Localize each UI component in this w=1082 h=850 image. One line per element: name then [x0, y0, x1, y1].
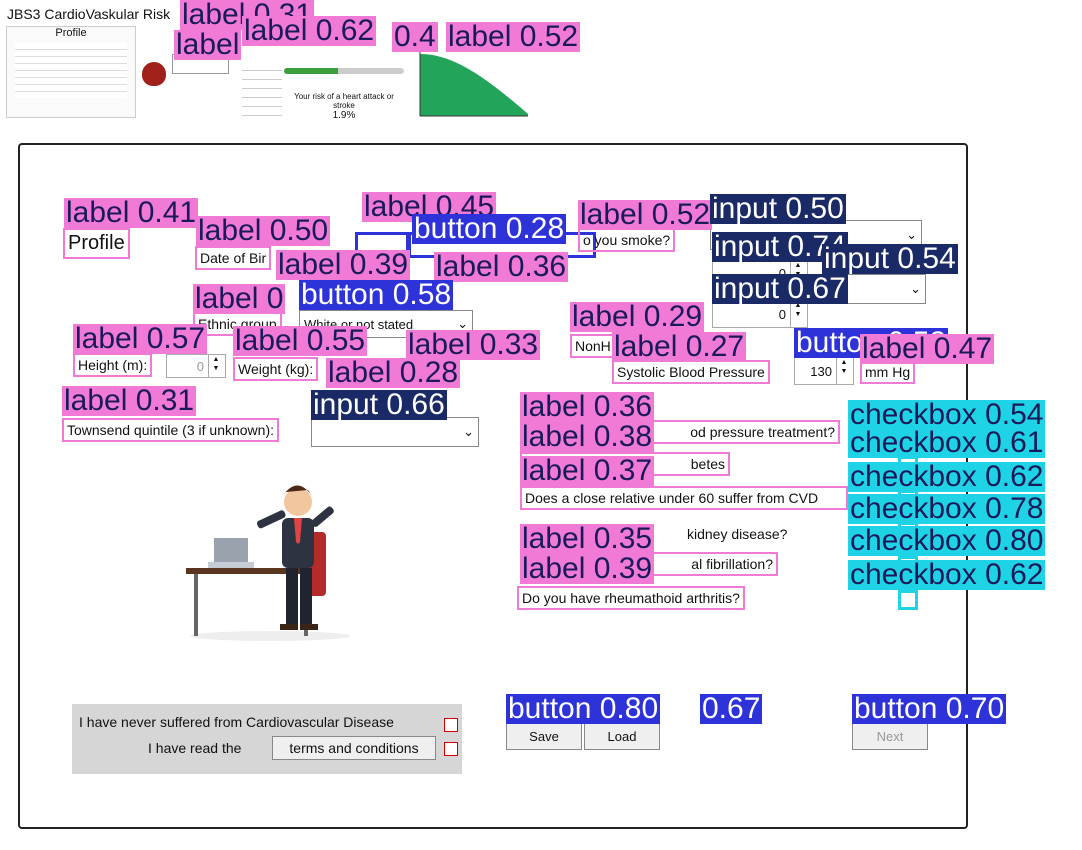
- detection-tag: label 0.37: [520, 454, 655, 487]
- window-title: JBS3 CardioVaskular Risk: [7, 6, 171, 22]
- chevron-down-icon: ⌄: [910, 281, 921, 296]
- smoke-label: o you smoke?: [578, 228, 676, 252]
- detection-tag: 0.67: [700, 692, 763, 725]
- never-cvd-checkbox[interactable]: [444, 718, 458, 732]
- weight-label: Weight (kg):: [233, 357, 319, 381]
- height-value: 0: [196, 358, 204, 374]
- detection-tag: checkbox 0.80: [848, 524, 1046, 557]
- chevron-down-icon: ⌄: [906, 227, 917, 242]
- detection-tag: label 0.62: [242, 14, 377, 47]
- detection-tag: checkbox 0.62: [848, 460, 1046, 493]
- checkbox-ra[interactable]: [898, 590, 918, 610]
- question-relative-cvd: Does a close relative under 60 suffer fr…: [520, 486, 848, 510]
- detection-tag: label 0: [193, 282, 286, 315]
- detection-tag: checkbox 0.78: [848, 492, 1046, 525]
- height-input[interactable]: 0 ▲ ▼: [166, 354, 226, 378]
- detection-tag: checkbox 0.61: [848, 426, 1046, 459]
- load-button[interactable]: Load: [584, 723, 660, 750]
- thumbnail-chart[interactable]: [410, 52, 534, 126]
- chevron-down-icon: ⌄: [463, 424, 474, 439]
- save-button[interactable]: Save: [506, 723, 582, 750]
- height-label: Height (m):: [73, 353, 153, 377]
- businessman-illustration: [186, 485, 350, 641]
- detection-tag: button 0.70: [852, 692, 1007, 725]
- detection-tag: button 0.80: [506, 692, 661, 725]
- sbp-label: Systolic Blood Pressure: [612, 360, 770, 384]
- detection-tag: label: [174, 28, 242, 61]
- have-read-label: I have read the: [148, 740, 242, 756]
- thumbnail-slider-value: 1.9%: [332, 110, 356, 121]
- detection-tag: label 0.38: [520, 420, 655, 453]
- townsend-label: Townsend quintile (3 if unknown):: [62, 418, 280, 442]
- next-button[interactable]: Next: [852, 723, 928, 750]
- detection-tag: label 0.39: [276, 248, 411, 281]
- detection-tag: label 0.52: [578, 198, 713, 231]
- detection-tag: label 0.57: [73, 322, 208, 355]
- townsend-select[interactable]: ⌄: [311, 417, 479, 447]
- detection-tag: label 0.41: [64, 196, 199, 229]
- detection-tag: label 0.27: [612, 330, 747, 363]
- spinner-arrows-icon[interactable]: ▲▼: [208, 355, 223, 377]
- thumbnail-slider-text: Your risk of a heart attack or stroke: [294, 92, 394, 110]
- detection-tag: label 0.35: [520, 522, 655, 555]
- heart-icon: [142, 62, 166, 86]
- sbp-value: 130: [810, 363, 832, 379]
- question-kidney: kidney disease?: [687, 526, 788, 542]
- detection-tag: input 0.54: [822, 242, 958, 275]
- spinner-arrows-icon[interactable]: ▲▼: [836, 358, 851, 384]
- detection-tag: label 0.55: [233, 324, 368, 357]
- terms-button[interactable]: terms and conditions: [272, 736, 436, 760]
- detection-tag: label 0.28: [326, 356, 461, 389]
- detection-tag: button 0.28: [412, 212, 567, 245]
- dob-label: Date of Bir: [195, 246, 272, 270]
- sbp-input[interactable]: 130 ▲ ▼: [794, 357, 854, 385]
- question-ra: Do you have rheumathoid arthritis?: [517, 586, 745, 610]
- detection-tag: button 0.58: [299, 278, 454, 311]
- detection-tag: label 0.36: [520, 390, 655, 423]
- detection-tag: label 0.39: [520, 552, 655, 585]
- detection-tag: label 0.52: [446, 20, 581, 53]
- detection-tag: input 0.50: [710, 192, 846, 225]
- detection-tag: label 0.50: [196, 214, 331, 247]
- terms-checkbox[interactable]: [444, 742, 458, 756]
- risk-curve-thumbnail: [419, 52, 528, 117]
- thumbnail-slider[interactable]: Your risk of a heart attack or stroke 1.…: [284, 46, 404, 126]
- thumbnail-profile-label: Profile: [55, 27, 87, 39]
- detection-tag: label 0.29: [570, 300, 705, 333]
- detection-tag: label 0.36: [434, 250, 569, 283]
- detection-tag: checkbox 0.62: [848, 558, 1046, 591]
- never-cvd-label: I have never suffered from Cardiovascula…: [79, 714, 394, 730]
- nonh-label: NonH: [570, 334, 616, 358]
- detection-tag: input 0.67: [712, 272, 848, 305]
- detection-tag: label 0.47: [860, 332, 995, 365]
- thumbnail-inputs[interactable]: [242, 62, 282, 122]
- hdl-value: 0: [778, 306, 786, 322]
- profile-heading: Profile: [63, 228, 130, 259]
- detection-tag: 0.4: [392, 20, 438, 53]
- detection-tag: label 0.31: [62, 384, 197, 417]
- thumbnail-profile[interactable]: Profile: [6, 26, 136, 118]
- detection-tag: input 0.66: [311, 388, 447, 421]
